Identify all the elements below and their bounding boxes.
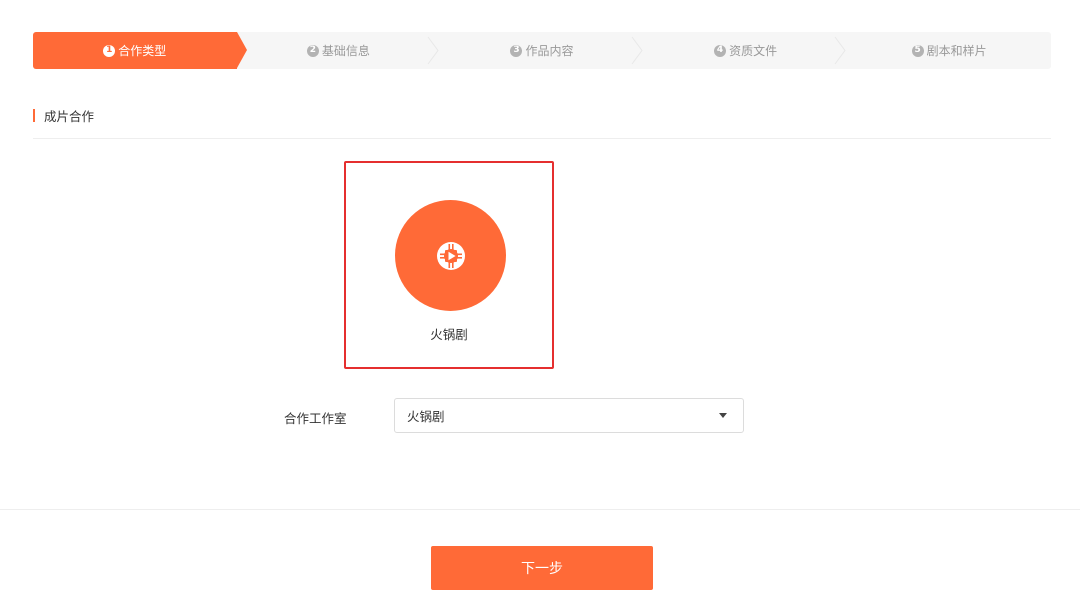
step-number: 2 [306, 44, 319, 57]
footer-divider [0, 509, 1080, 510]
next-step-button[interactable]: 下一步 [431, 546, 653, 590]
step-basic-info[interactable]: 2 基础信息 [237, 32, 441, 69]
step-number: 4 [714, 44, 727, 57]
type-icon-circle [395, 200, 506, 311]
type-card-label: 火锅剧 [430, 327, 468, 342]
progress-stepper: 1 合作类型 2 基础信息 3 作品内容 4 资质文件 5 剧本和样片 [33, 32, 1051, 69]
step-separator-icon [631, 36, 643, 65]
step-separator-icon [834, 36, 846, 65]
step-number: 1 [103, 44, 116, 57]
film-play-icon [436, 241, 465, 270]
studio-select-value: 火锅剧 [407, 409, 445, 424]
step-number: 3 [510, 44, 523, 57]
caret-down-icon [719, 413, 727, 418]
step-label: 剧本和样片 [926, 44, 987, 58]
step-label: 基础信息 [321, 44, 370, 58]
cooperation-type-card[interactable]: 火锅剧 [344, 161, 554, 369]
studio-select[interactable]: 火锅剧 [394, 398, 744, 433]
step-work-content[interactable]: 3 作品内容 [440, 32, 644, 69]
step-number: 5 [911, 44, 924, 57]
section-title-text: 成片合作 [44, 108, 95, 124]
studio-field-label: 合作工作室 [284, 411, 347, 426]
section-divider [33, 138, 1051, 139]
section-accent-bar [33, 108, 35, 122]
step-qualification-files[interactable]: 4 资质文件 [644, 32, 848, 69]
step-label: 资质文件 [729, 44, 778, 58]
page: 1 合作类型 2 基础信息 3 作品内容 4 资质文件 5 剧本和样片 成片合作… [0, 0, 1080, 605]
step-separator-icon [427, 36, 439, 65]
step-script-and-sample[interactable]: 5 剧本和样片 [847, 32, 1051, 69]
step-label: 合作类型 [118, 44, 167, 58]
step-label: 作品内容 [525, 44, 574, 58]
step-cooperation-type[interactable]: 1 合作类型 [33, 32, 247, 69]
section-title: 成片合作 [33, 107, 95, 124]
